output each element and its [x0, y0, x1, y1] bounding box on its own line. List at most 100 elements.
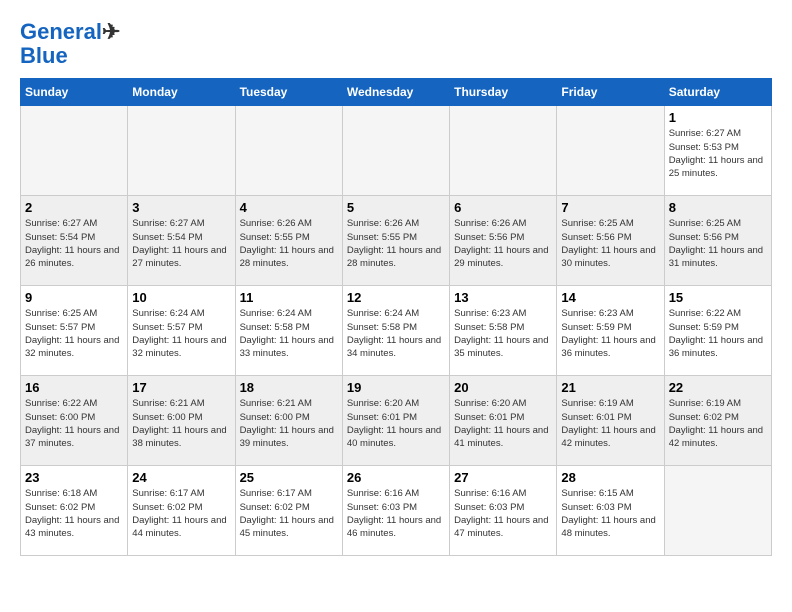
day-info: Sunrise: 6:19 AM Sunset: 6:01 PM Dayligh…: [561, 397, 659, 450]
calendar-cell: 7 Sunrise: 6:25 AM Sunset: 5:56 PM Daylig…: [557, 196, 664, 286]
week-row-5: 23 Sunrise: 6:18 AM Sunset: 6:02 PM Dayli…: [21, 466, 772, 556]
day-number: 25: [240, 470, 338, 485]
calendar-cell: 24 Sunrise: 6:17 AM Sunset: 6:02 PM Dayli…: [128, 466, 235, 556]
day-info: Sunrise: 6:26 AM Sunset: 5:56 PM Dayligh…: [454, 217, 552, 270]
week-row-4: 16 Sunrise: 6:22 AM Sunset: 6:00 PM Dayli…: [21, 376, 772, 466]
day-number: 15: [669, 290, 767, 305]
calendar-cell: 18 Sunrise: 6:21 AM Sunset: 6:00 PM Dayli…: [235, 376, 342, 466]
calendar-cell: 15 Sunrise: 6:22 AM Sunset: 5:59 PM Dayli…: [664, 286, 771, 376]
calendar-cell: [21, 106, 128, 196]
calendar-cell: 19 Sunrise: 6:20 AM Sunset: 6:01 PM Dayli…: [342, 376, 449, 466]
day-info: Sunrise: 6:25 AM Sunset: 5:57 PM Dayligh…: [25, 307, 123, 360]
calendar-cell: [342, 106, 449, 196]
day-number: 7: [561, 200, 659, 215]
day-number: 28: [561, 470, 659, 485]
day-info: Sunrise: 6:26 AM Sunset: 5:55 PM Dayligh…: [240, 217, 338, 270]
calendar-cell: 9 Sunrise: 6:25 AM Sunset: 5:57 PM Daylig…: [21, 286, 128, 376]
day-number: 24: [132, 470, 230, 485]
calendar-cell: 27Sunrise: 6:16 AM Sunset: 6:03 PM Dayli…: [450, 466, 557, 556]
day-number: 17: [132, 380, 230, 395]
calendar-cell: 17 Sunrise: 6:21 AM Sunset: 6:00 PM Dayli…: [128, 376, 235, 466]
day-number: 3: [132, 200, 230, 215]
day-number: 9: [25, 290, 123, 305]
day-info: Sunrise: 6:25 AM Sunset: 5:56 PM Dayligh…: [561, 217, 659, 270]
day-info: Sunrise: 6:22 AM Sunset: 6:00 PM Dayligh…: [25, 397, 123, 450]
day-info: Sunrise: 6:16 AM Sunset: 6:03 PM Dayligh…: [454, 487, 552, 540]
calendar-cell: 2 Sunrise: 6:27 AM Sunset: 5:54 PM Daylig…: [21, 196, 128, 286]
col-header-thursday: Thursday: [450, 79, 557, 106]
header-row: SundayMondayTuesdayWednesdayThursdayFrid…: [21, 79, 772, 106]
day-number: 4: [240, 200, 338, 215]
calendar-cell: 10Sunrise: 6:24 AM Sunset: 5:57 PM Dayli…: [128, 286, 235, 376]
day-info: Sunrise: 6:23 AM Sunset: 5:59 PM Dayligh…: [561, 307, 659, 360]
day-info: Sunrise: 6:17 AM Sunset: 6:02 PM Dayligh…: [132, 487, 230, 540]
day-info: Sunrise: 6:22 AM Sunset: 5:59 PM Dayligh…: [669, 307, 767, 360]
day-number: 21: [561, 380, 659, 395]
calendar-cell: [450, 106, 557, 196]
calendar-cell: 28 Sunrise: 6:15 AM Sunset: 6:03 PM Dayli…: [557, 466, 664, 556]
day-info: Sunrise: 6:27 AM Sunset: 5:53 PM Dayligh…: [669, 127, 767, 180]
day-info: Sunrise: 6:27 AM Sunset: 5:54 PM Dayligh…: [25, 217, 123, 270]
calendar-cell: 4 Sunrise: 6:26 AM Sunset: 5:55 PM Daylig…: [235, 196, 342, 286]
day-number: 13: [454, 290, 552, 305]
day-info: Sunrise: 6:26 AM Sunset: 5:55 PM Dayligh…: [347, 217, 445, 270]
calendar-cell: 14 Sunrise: 6:23 AM Sunset: 5:59 PM Dayli…: [557, 286, 664, 376]
day-number: 22: [669, 380, 767, 395]
day-info: Sunrise: 6:20 AM Sunset: 6:01 PM Dayligh…: [347, 397, 445, 450]
week-row-3: 9 Sunrise: 6:25 AM Sunset: 5:57 PM Daylig…: [21, 286, 772, 376]
calendar-cell: 22Sunrise: 6:19 AM Sunset: 6:02 PM Dayli…: [664, 376, 771, 466]
week-row-2: 2 Sunrise: 6:27 AM Sunset: 5:54 PM Daylig…: [21, 196, 772, 286]
calendar-cell: 1 Sunrise: 6:27 AM Sunset: 5:53 PM Daylig…: [664, 106, 771, 196]
day-number: 6: [454, 200, 552, 215]
day-info: Sunrise: 6:24 AM Sunset: 5:58 PM Dayligh…: [347, 307, 445, 360]
calendar-cell: [235, 106, 342, 196]
day-info: Sunrise: 6:23 AM Sunset: 5:58 PM Dayligh…: [454, 307, 552, 360]
calendar-cell: 12 Sunrise: 6:24 AM Sunset: 5:58 PM Dayli…: [342, 286, 449, 376]
calendar-table: SundayMondayTuesdayWednesdayThursdayFrid…: [20, 78, 772, 556]
logo: General✈Blue: [20, 20, 120, 68]
calendar-cell: 21 Sunrise: 6:19 AM Sunset: 6:01 PM Dayli…: [557, 376, 664, 466]
day-number: 2: [25, 200, 123, 215]
calendar-cell: 13 Sunrise: 6:23 AM Sunset: 5:58 PM Dayli…: [450, 286, 557, 376]
calendar-cell: [557, 106, 664, 196]
day-info: Sunrise: 6:17 AM Sunset: 6:02 PM Dayligh…: [240, 487, 338, 540]
day-info: Sunrise: 6:27 AM Sunset: 5:54 PM Dayligh…: [132, 217, 230, 270]
day-number: 8: [669, 200, 767, 215]
day-number: 23: [25, 470, 123, 485]
week-row-1: 1 Sunrise: 6:27 AM Sunset: 5:53 PM Daylig…: [21, 106, 772, 196]
day-number: 16: [25, 380, 123, 395]
calendar-cell: 11 Sunrise: 6:24 AM Sunset: 5:58 PM Dayli…: [235, 286, 342, 376]
calendar-cell: 3 Sunrise: 6:27 AM Sunset: 5:54 PM Daylig…: [128, 196, 235, 286]
calendar-cell: 20 Sunrise: 6:20 AM Sunset: 6:01 PM Dayli…: [450, 376, 557, 466]
calendar-cell: [664, 466, 771, 556]
col-header-monday: Monday: [128, 79, 235, 106]
day-info: Sunrise: 6:16 AM Sunset: 6:03 PM Dayligh…: [347, 487, 445, 540]
col-header-sunday: Sunday: [21, 79, 128, 106]
col-header-wednesday: Wednesday: [342, 79, 449, 106]
calendar-cell: 5 Sunrise: 6:26 AM Sunset: 5:55 PM Daylig…: [342, 196, 449, 286]
day-info: Sunrise: 6:24 AM Sunset: 5:58 PM Dayligh…: [240, 307, 338, 360]
calendar-cell: 25 Sunrise: 6:17 AM Sunset: 6:02 PM Dayli…: [235, 466, 342, 556]
col-header-friday: Friday: [557, 79, 664, 106]
day-info: Sunrise: 6:21 AM Sunset: 6:00 PM Dayligh…: [132, 397, 230, 450]
day-number: 26: [347, 470, 445, 485]
day-number: 1: [669, 110, 767, 125]
col-header-saturday: Saturday: [664, 79, 771, 106]
day-number: 19: [347, 380, 445, 395]
day-number: 18: [240, 380, 338, 395]
day-number: 11: [240, 290, 338, 305]
day-number: 20: [454, 380, 552, 395]
page-header: General✈Blue: [20, 20, 772, 68]
day-info: Sunrise: 6:25 AM Sunset: 5:56 PM Dayligh…: [669, 217, 767, 270]
calendar-cell: 16 Sunrise: 6:22 AM Sunset: 6:00 PM Dayli…: [21, 376, 128, 466]
day-info: Sunrise: 6:20 AM Sunset: 6:01 PM Dayligh…: [454, 397, 552, 450]
day-info: Sunrise: 6:24 AM Sunset: 5:57 PM Dayligh…: [132, 307, 230, 360]
day-info: Sunrise: 6:15 AM Sunset: 6:03 PM Dayligh…: [561, 487, 659, 540]
calendar-cell: [128, 106, 235, 196]
day-info: Sunrise: 6:18 AM Sunset: 6:02 PM Dayligh…: [25, 487, 123, 540]
day-number: 5: [347, 200, 445, 215]
logo-text: General✈Blue: [20, 20, 120, 68]
day-number: 14: [561, 290, 659, 305]
day-info: Sunrise: 6:21 AM Sunset: 6:00 PM Dayligh…: [240, 397, 338, 450]
day-number: 12: [347, 290, 445, 305]
